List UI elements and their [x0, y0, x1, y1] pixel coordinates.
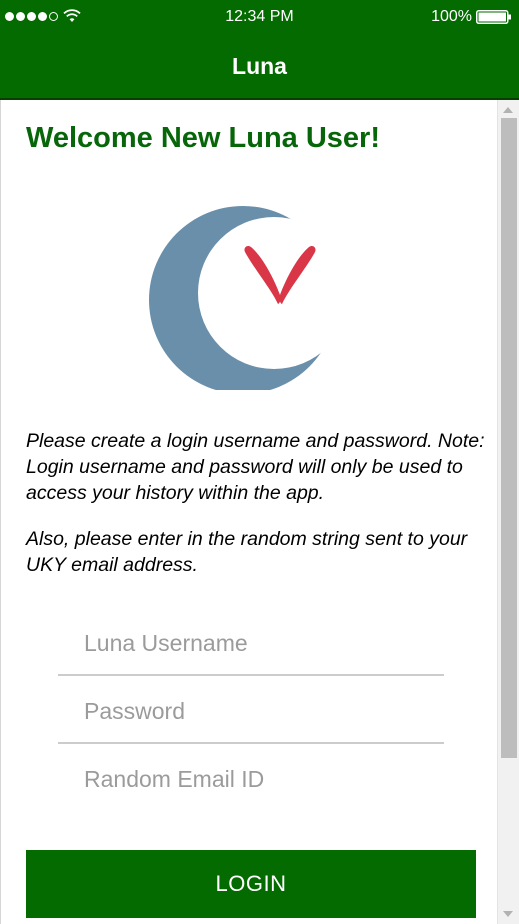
password-field	[58, 678, 444, 744]
field-underline	[58, 742, 444, 744]
crescent-moon	[149, 206, 337, 390]
app-screen: 12:34 PM 100% Luna Welcome New Luna User…	[0, 0, 519, 924]
password-input[interactable]	[58, 678, 444, 744]
status-bar: 12:34 PM 100%	[0, 0, 519, 34]
username-field	[58, 610, 444, 676]
email-id-field	[58, 746, 444, 812]
battery-icon	[476, 10, 511, 24]
scroll-up-arrow-icon[interactable]	[503, 107, 513, 113]
app-header: Luna	[0, 34, 519, 98]
luna-logo-icon	[149, 206, 337, 390]
battery-percentage: 100%	[431, 8, 472, 25]
instructions-text: Please create a login username and passw…	[26, 428, 486, 598]
email-id-input[interactable]	[58, 746, 444, 812]
field-underline	[58, 674, 444, 676]
registration-form: Welcome New Luna User! Please create a l…	[0, 100, 497, 924]
welcome-heading: Welcome New Luna User!	[26, 122, 381, 154]
instructions-paragraph: Please create a login username and passw…	[26, 430, 485, 504]
scrollbar[interactable]	[497, 100, 519, 924]
app-title: Luna	[232, 53, 287, 79]
instructions-paragraph: Also, please enter in the random string …	[26, 528, 468, 576]
login-button[interactable]: LOGIN	[26, 850, 476, 918]
username-input[interactable]	[58, 610, 444, 676]
scroll-thumb[interactable]	[501, 118, 517, 758]
scroll-down-arrow-icon[interactable]	[503, 911, 513, 917]
